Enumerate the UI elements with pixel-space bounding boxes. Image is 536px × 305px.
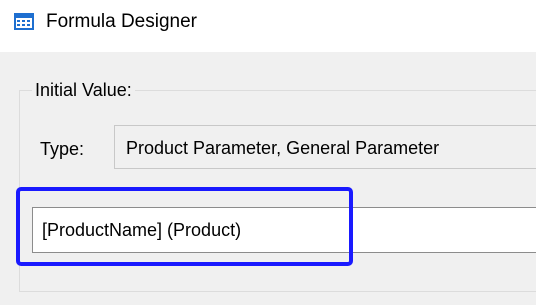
initial-value-group-label: Initial Value: xyxy=(32,79,135,101)
type-label: Type: xyxy=(40,139,85,159)
title-bar: Formula Designer xyxy=(0,0,536,52)
initial-value-group xyxy=(19,90,536,292)
type-field[interactable]: Product Parameter, General Parameter xyxy=(114,125,536,169)
dialog-body: Initial Value: Type: Product Parameter, … xyxy=(0,52,536,305)
type-value: Product Parameter, General Parameter xyxy=(126,138,440,158)
initial-value-input[interactable]: [ProductName] (Product) xyxy=(32,207,536,253)
window-title: Formula Designer xyxy=(46,11,197,32)
formula-designer-app-icon xyxy=(14,13,34,30)
initial-value-text: [ProductName] (Product) xyxy=(42,220,242,240)
